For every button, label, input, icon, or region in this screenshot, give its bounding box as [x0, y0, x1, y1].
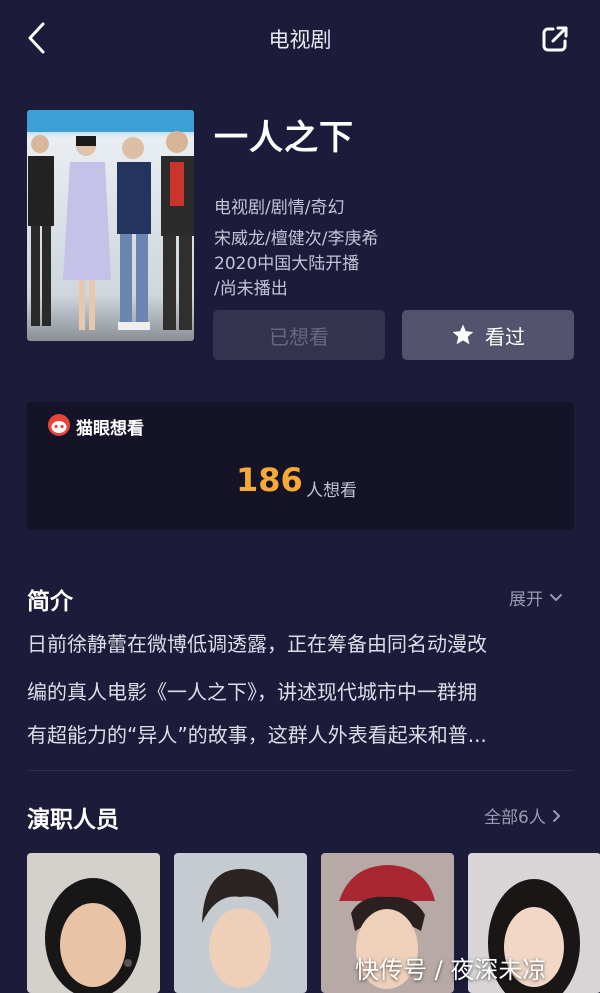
chevron-down-icon	[550, 593, 562, 601]
release-text: 2020中国大陆开播	[214, 254, 360, 274]
chevron-right-icon	[552, 809, 560, 822]
intro-line-1: 日前徐静蕾在微博低调透露，正在筹备由同名动漫改	[27, 632, 487, 656]
seen-button-label: 看过	[485, 324, 525, 349]
genre-text: 电视剧/剧情/奇幻	[214, 198, 345, 218]
want-count: 186	[236, 461, 303, 499]
intro-title: 简介	[27, 589, 73, 615]
cast-all-button[interactable]: 全部6人	[484, 803, 562, 828]
wanted-button[interactable]: 已想看	[213, 310, 385, 360]
expand-label: 展开	[509, 590, 543, 610]
cast-text: 宋威龙/檀健次/李庚希	[214, 229, 379, 249]
divider	[27, 770, 574, 771]
expand-button[interactable]: 展开	[509, 585, 563, 610]
poster-image[interactable]	[27, 110, 194, 341]
status-text: /尚未播出	[214, 279, 288, 299]
maoyan-logo-icon	[48, 414, 70, 436]
seen-button[interactable]: 看过	[402, 310, 574, 360]
want-count-suffix: 人想看	[306, 481, 357, 501]
page-title: 电视剧	[268, 28, 332, 52]
movie-title: 一人之下	[214, 118, 354, 158]
cast-photo-2[interactable]	[174, 853, 307, 993]
cast-photo-1[interactable]	[27, 853, 160, 993]
star-icon	[452, 324, 474, 345]
wanted-button-label: 已想看	[269, 324, 329, 349]
cast-title: 演职人员	[27, 807, 119, 833]
intro-line-2: 编的真人电影《一人之下》，讲述现代城市中一群拥	[27, 680, 477, 704]
cast-all-label: 全部6人	[484, 808, 546, 828]
share-icon[interactable]	[538, 22, 572, 56]
intro-line-3: 有超能力的“异人”的故事，这群人外表看起来和普...	[27, 723, 487, 747]
maoyan-label: 猫眼想看	[76, 419, 144, 439]
watermark: 快传号 / 夜深未凉	[355, 956, 547, 984]
